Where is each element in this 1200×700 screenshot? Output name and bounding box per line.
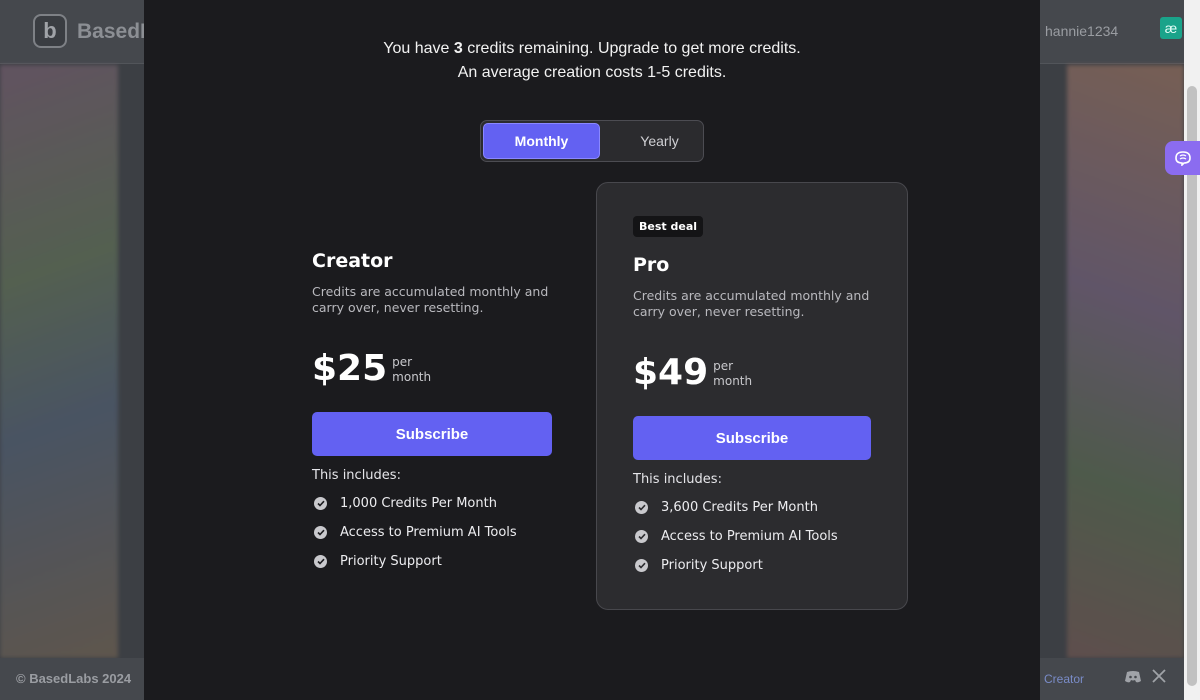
plan-card-creator: Creator Credits are accumulated monthly … [312,250,552,576]
x-icon[interactable] [1152,669,1166,688]
plan-name: Pro [633,254,670,276]
background-image-left [0,65,118,658]
username[interactable]: hannie1234 [1045,23,1118,39]
price-period: per month [713,359,753,388]
feature-item: Access to Premium AI Tools [312,518,552,547]
feature-list: 3,600 Credits Per Month Access to Premiu… [633,493,873,580]
plan-card-pro: Best deal Pro Credits are accumulated mo… [596,182,908,610]
feature-item: Priority Support [312,547,552,576]
best-deal-badge: Best deal [633,216,704,237]
check-circle-icon [314,555,327,568]
monthly-toggle-button[interactable]: Monthly [483,123,600,159]
extension-icon[interactable]: æ [1160,17,1182,39]
footer-creator-badge[interactable]: Creator [1044,672,1084,686]
billing-toggle: Monthly Yearly [480,120,704,162]
includes-label: This includes: [312,468,401,483]
check-circle-icon [314,497,327,510]
plan-name: Creator [312,250,393,272]
discord-icon[interactable] [1124,670,1142,688]
includes-label: This includes: [633,472,722,487]
credits-notice: You have 3 credits remaining. Upgrade to… [144,37,1040,85]
feature-item: Access to Premium AI Tools [633,522,873,551]
scrollbar-thumb[interactable] [1187,86,1197,686]
check-circle-icon [635,559,648,572]
plan-card-pro-content: Pro Credits are accumulated monthly and … [633,254,873,580]
feature-item: Priority Support [633,551,873,580]
brand-name[interactable]: BasedL [77,20,153,44]
price-period: per month [392,355,432,384]
brain-icon[interactable] [1165,141,1200,175]
subscribe-button-creator[interactable]: Subscribe [312,412,552,456]
copyright: © BasedLabs 2024 [16,671,132,686]
check-circle-icon [635,501,648,514]
feature-item: 1,000 Credits Per Month [312,489,552,518]
price-row: $49 per month [633,355,873,391]
feature-item: 3,600 Credits Per Month [633,493,873,522]
check-circle-icon [314,526,327,539]
plan-description: Credits are accumulated monthly and carr… [312,284,549,315]
logo-icon[interactable]: b [33,14,67,48]
plan-description: Credits are accumulated monthly and carr… [633,288,870,319]
feature-list: 1,000 Credits Per Month Access to Premiu… [312,489,552,576]
yearly-toggle-button[interactable]: Yearly [601,123,718,159]
plan-price: $25 [312,348,388,389]
credits-count: 3 [453,40,463,57]
credits-notice-line1: You have 3 credits remaining. Upgrade to… [383,40,801,57]
price-row: $25 per month [312,351,552,387]
plan-price: $49 [633,352,709,393]
credits-notice-line2: An average creation costs 1-5 credits. [457,64,727,81]
subscribe-button-pro[interactable]: Subscribe [633,416,871,460]
upgrade-modal: You have 3 credits remaining. Upgrade to… [144,0,1040,700]
check-circle-icon [635,530,648,543]
